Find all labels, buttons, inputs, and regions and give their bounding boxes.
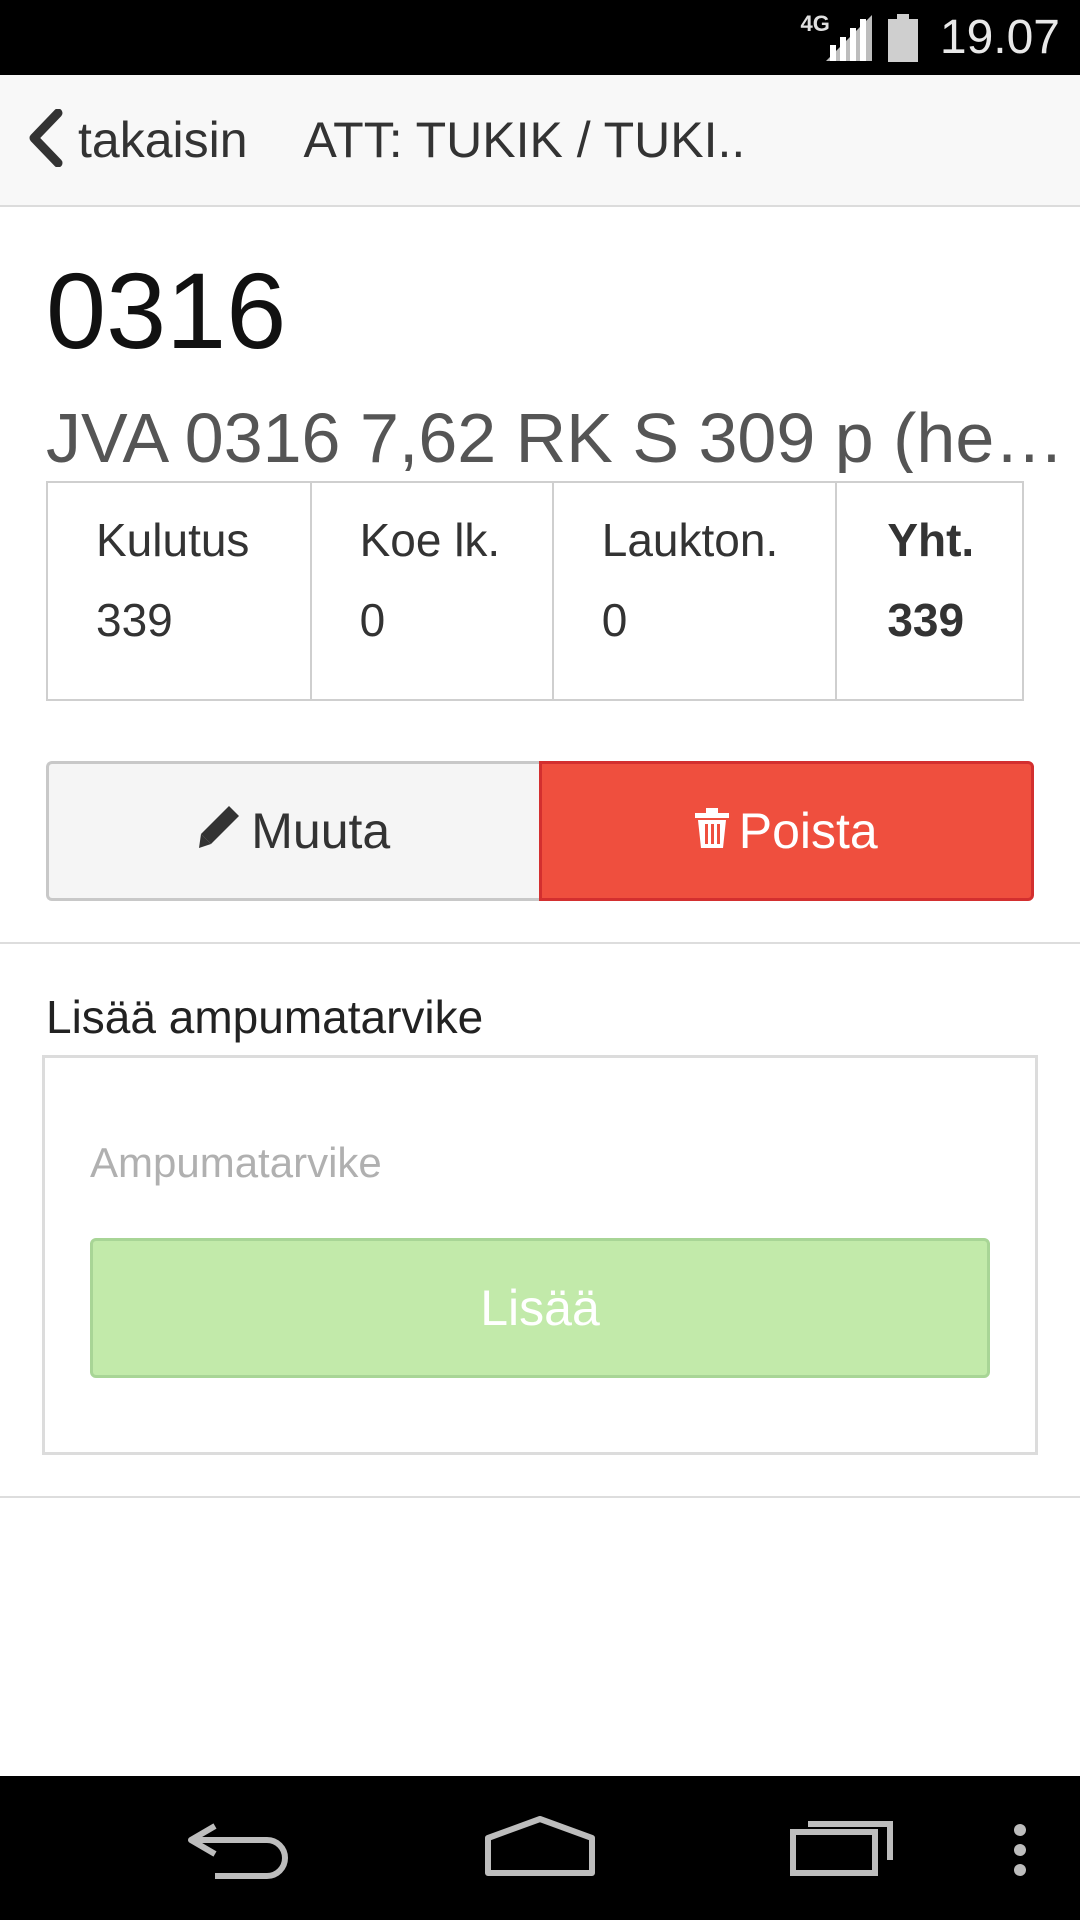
page-title: ATT: TUKIK / TUKI.. — [303, 112, 746, 168]
edit-button[interactable]: Muuta — [46, 761, 539, 901]
back-arrow-icon[interactable] — [185, 1818, 291, 1885]
recents-icon[interactable] — [790, 1812, 896, 1881]
overflow-menu-icon[interactable] — [1012, 1824, 1028, 1881]
system-nav-bar — [0, 1776, 1080, 1920]
stats-value: 0 — [601, 594, 628, 646]
stats-cell-total: Yht. 339 — [835, 481, 1024, 701]
main-content: 0316 JVA 0316 7,62 RK S 309 p (hernekivä… — [46, 207, 1066, 901]
item-description: JVA 0316 7,62 RK S 309 p (hernekivääri) — [46, 403, 1066, 473]
stats-value: 339 — [887, 594, 965, 646]
status-bar: 4G 19.07 — [0, 0, 1080, 75]
network-type: 4G — [800, 10, 830, 36]
add-button[interactable]: Lisää — [90, 1238, 990, 1378]
top-navigation: takaisin ATT: TUKIK / TUKI.. — [0, 75, 1080, 207]
trash-icon — [694, 802, 739, 860]
stats-cell-test: Koe lk. 0 — [309, 481, 554, 701]
section-divider — [0, 942, 1080, 944]
action-buttons: Muuta Poista — [46, 761, 1034, 901]
stats-cell-consumption: Kulutus 339 — [46, 481, 312, 701]
stats-value: 0 — [359, 594, 386, 646]
add-ammo-panel: Lisää — [42, 1055, 1038, 1455]
stats-table: Kulutus 339 Koe lk. 0 Laukton. 0 Yht. 33… — [46, 481, 1024, 701]
pencil-icon — [197, 802, 251, 860]
back-label: takaisin — [78, 112, 248, 168]
edit-label: Muuta — [251, 803, 391, 859]
battery-icon — [887, 13, 918, 62]
stats-value: 339 — [96, 594, 173, 646]
delete-label: Poista — [738, 803, 878, 859]
add-section-title: Lisää ampumatarvike — [46, 991, 484, 1043]
stats-header: Laukton. — [601, 514, 779, 566]
stats-header: Kulutus — [96, 514, 250, 566]
stats-header: Koe lk. — [359, 514, 501, 566]
chevron-left-icon — [28, 108, 64, 172]
clock: 19.07 — [939, 11, 1060, 64]
signal-icon — [825, 14, 872, 61]
delete-button[interactable]: Poista — [538, 761, 1034, 901]
item-code: 0316 — [46, 250, 287, 371]
stats-cell-launch: Laukton. 0 — [551, 481, 838, 701]
ammo-input[interactable] — [90, 1128, 990, 1198]
stats-header: Yht. — [887, 514, 975, 566]
section-divider — [0, 1496, 1080, 1498]
back-button[interactable]: takaisin — [28, 108, 248, 172]
home-icon[interactable] — [484, 1816, 596, 1881]
